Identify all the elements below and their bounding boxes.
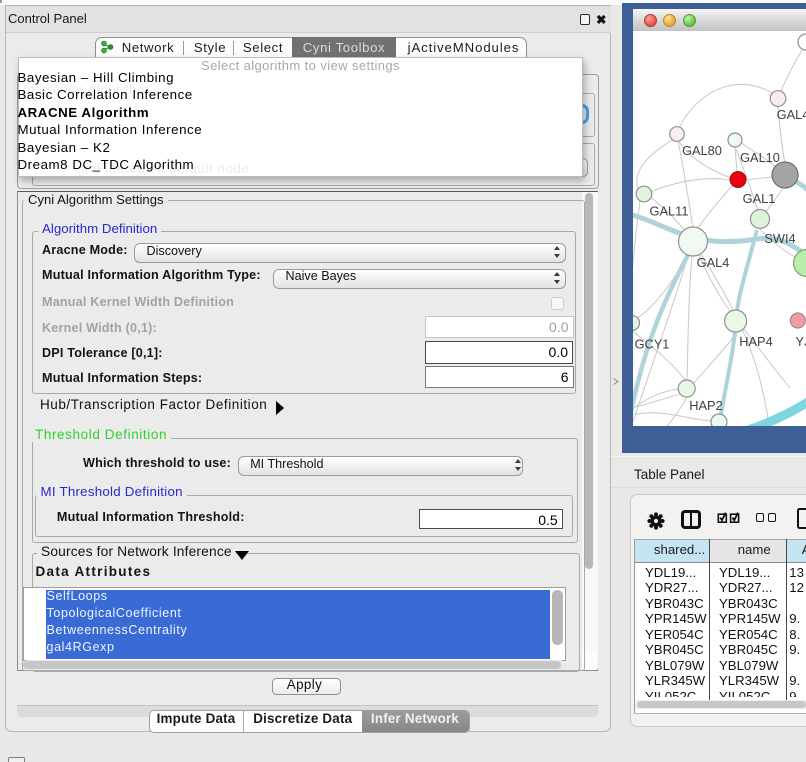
svg-text:YJ: YJ: [796, 334, 806, 349]
svg-text:HAP4: HAP4: [739, 334, 772, 349]
svg-text:GCY1: GCY1: [635, 337, 670, 352]
svg-text:GAL4: GAL4: [697, 255, 730, 270]
svg-text:GAL1: GAL1: [743, 191, 776, 206]
svg-text:GAL80: GAL80: [682, 143, 722, 158]
svg-text:HAP2: HAP2: [689, 398, 722, 413]
svg-text:GAL11: GAL11: [650, 204, 689, 219]
svg-text:GAL4: GAL4: [777, 107, 806, 122]
svg-text:SWI4: SWI4: [764, 231, 795, 246]
svg-text:GAL10: GAL10: [740, 150, 780, 165]
